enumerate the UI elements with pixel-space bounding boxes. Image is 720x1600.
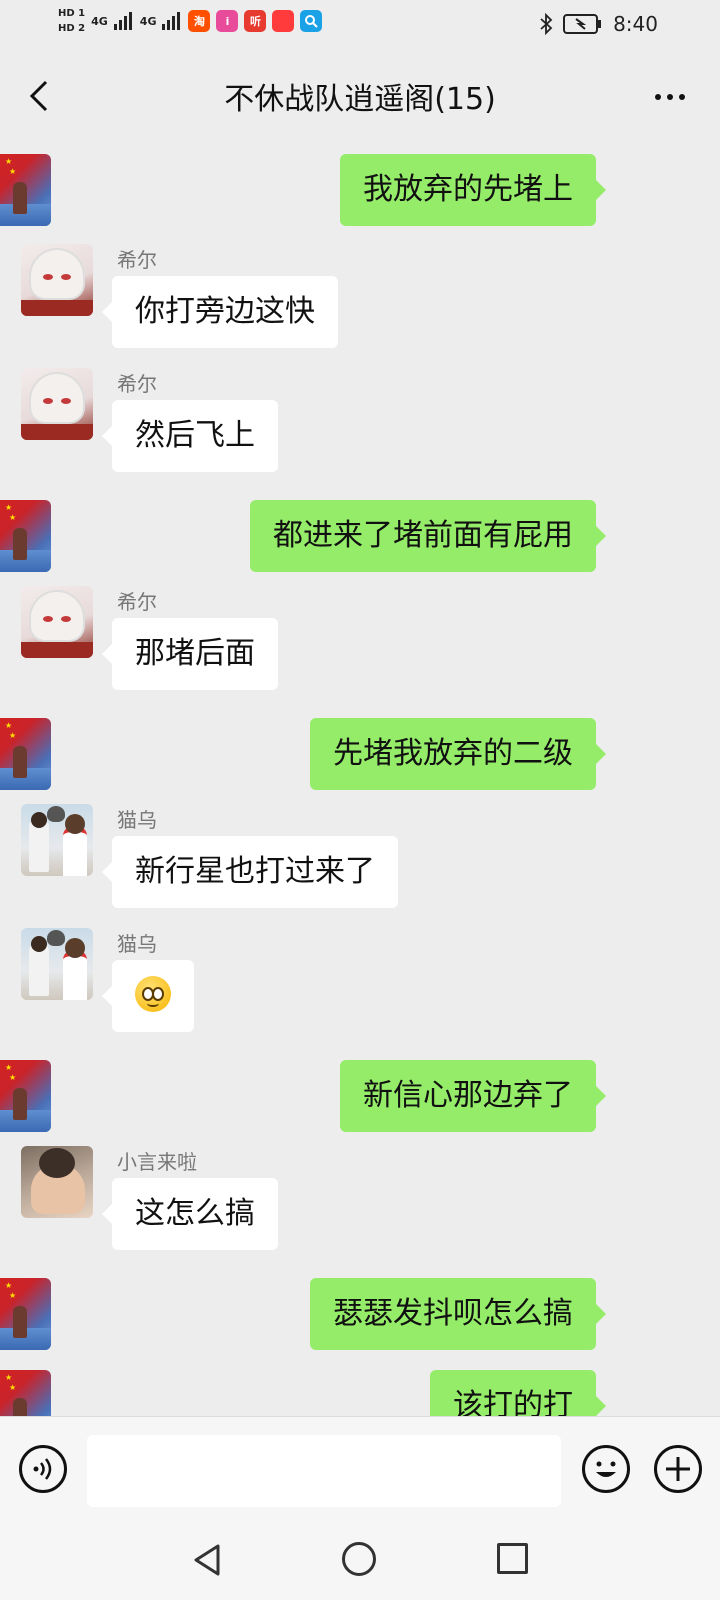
message-item: 都进来了堵前面有屁用 ★★★ [0,500,720,572]
bluetooth-icon [540,13,553,35]
network2-label: 4G [139,14,157,28]
voice-input-icon[interactable] [19,1445,67,1493]
sim-indicators: HD 1 HD 2 [58,8,85,34]
ting-icon: 听 [244,10,267,32]
huawei-mall-icon [272,10,295,32]
message-bubble[interactable] [102,960,194,1032]
avatar[interactable]: ★★★ [0,718,51,790]
message-bubble[interactable]: 新信心那边弃了 [340,1060,606,1132]
avatar[interactable] [21,244,93,316]
message-input[interactable] [87,1435,561,1507]
message-item: 先堵我放弃的二级 ★★★ [0,718,720,790]
sender-name: 希尔 [117,372,157,396]
network1-label: 4G [91,14,108,28]
chat-header: 不休战队逍遥阁(15) [0,52,720,138]
signal-icon [162,12,181,30]
sender-name: 小言来啦 [117,1150,197,1174]
battery-icon [563,14,602,34]
avatar[interactable]: ★★★ [0,1060,51,1132]
message-bubble[interactable]: 瑟瑟发抖呗怎么搞 [310,1278,606,1350]
sender-name: 希尔 [117,590,157,614]
message-bubble[interactable]: 新行星也打过来了 [102,836,398,908]
avatar[interactable] [21,1146,93,1218]
search-app-icon [300,10,323,32]
message-item: 希尔 那堵后面 [0,586,720,692]
avatar[interactable] [21,586,93,658]
avatar[interactable] [21,928,93,1000]
input-bar [0,1416,720,1521]
message-item: 新信心那边弃了 ★★★ [0,1060,720,1132]
message-bubble[interactable]: 那堵后面 [102,618,278,690]
status-bar: HD 1 HD 2 4G 4G 淘 i 听 8:40 [0,0,720,52]
message-item: 希尔 然后飞上 [0,368,720,474]
system-nav-bar [0,1520,720,1600]
sender-name: 猫乌 [117,932,157,956]
avatar[interactable]: ★★★ [0,500,51,572]
chat-title: 不休战队逍遥阁(15) [224,82,496,117]
message-bubble[interactable]: 这怎么搞 [102,1178,278,1250]
grimace-emoji-icon [135,975,171,1012]
avatar[interactable]: ★★★ [0,1370,51,1416]
sender-name: 猫乌 [117,808,157,832]
message-bubble[interactable]: 都进来了堵前面有屁用 [250,500,606,572]
nav-back-icon[interactable] [188,1540,228,1580]
message-item: 该打的打 ★★★ [0,1370,720,1416]
taobao-icon: 淘 [188,10,211,32]
plus-icon[interactable] [654,1445,702,1493]
sender-name: 希尔 [117,248,157,272]
clock: 8:40 [613,12,658,36]
message-bubble[interactable]: 你打旁边这快 [102,276,338,348]
emoji-icon[interactable] [582,1445,630,1493]
nav-recent-icon[interactable] [497,1543,528,1574]
message-bubble[interactable]: 然后飞上 [102,400,278,472]
avatar[interactable] [21,804,93,876]
message-item: 小言来啦 这怎么搞 [0,1146,720,1252]
avatar[interactable]: ★★★ [0,154,51,226]
more-icon[interactable] [650,82,690,112]
message-list[interactable]: 我放弃的先堵上 ★★★ 希尔 你打旁边这快 希尔 然后飞上 都进来了堵前面有屁用… [0,138,720,1416]
avatar[interactable] [21,368,93,440]
message-bubble[interactable]: 我放弃的先堵上 [340,154,606,226]
status-left: HD 1 HD 2 4G 4G 淘 i 听 [58,8,323,34]
message-item: 猫乌 新行星也打过来了 [0,804,720,910]
message-item: 希尔 你打旁边这快 [0,244,720,350]
message-bubble[interactable]: 该打的打 [430,1370,606,1416]
sim2-label: HD 2 [58,23,86,34]
app-icon: i [216,10,239,32]
message-item: 我放弃的先堵上 ★★★ [0,154,720,226]
message-item: 猫乌 [0,928,720,1034]
message-bubble[interactable]: 先堵我放弃的二级 [310,718,606,790]
status-right: 8:40 [539,12,658,36]
signal-icon [113,12,132,30]
avatar[interactable]: ★★★ [0,1278,51,1350]
nav-home-icon[interactable] [342,1542,376,1576]
message-item: 瑟瑟发抖呗怎么搞 ★★★ [0,1278,720,1350]
sim1-label: HD 1 [58,8,86,19]
